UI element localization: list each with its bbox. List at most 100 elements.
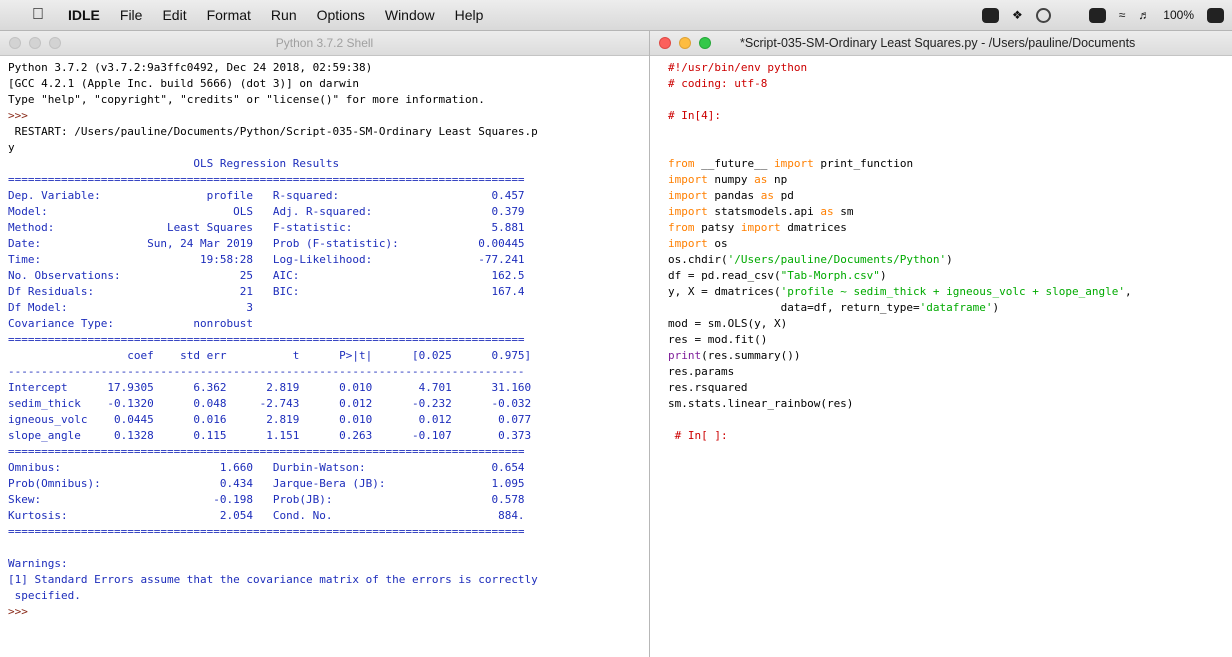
editor-titlebar[interactable]: *Script-035-SM-Ordinary Least Squares.py… [650, 31, 1232, 56]
summary-line: specified. [8, 589, 81, 602]
code-token: mod = sm.OLS(y, X) [668, 317, 788, 330]
code-token: import [668, 205, 708, 218]
code-line: print(res.summary()) [668, 348, 1232, 364]
summary-line: ----------------------------------------… [8, 365, 525, 378]
code-token: sm.stats.linear_rainbow(res) [668, 397, 854, 410]
code-token: import [740, 221, 781, 234]
code-token: numpy [707, 173, 755, 186]
code-line: import numpy as np [668, 172, 1232, 188]
summary-line: Kurtosis: 2.054 Cond. No. 884. [8, 509, 525, 522]
shell-line: Type "help", "copyright", "credits" or "… [8, 93, 485, 106]
shell-line: [GCC 4.2.1 (Apple Inc. build 5666) (dot … [8, 77, 359, 90]
code-token: as [754, 173, 768, 186]
ols-summary: OLS Regression Results =================… [8, 156, 649, 604]
summary-line: OLS Regression Results [8, 157, 525, 170]
app-status-icon[interactable] [981, 7, 999, 23]
code-token: os.chdir( [668, 253, 728, 266]
summary-line: Df Model: 3 [8, 301, 525, 314]
code-token: "Tab-Morph.csv" [780, 269, 880, 282]
code-token: __future__ [694, 157, 774, 170]
summary-line: Prob(Omnibus): 0.434 Jarque-Bera (JB): 1… [8, 477, 525, 490]
code-line: import pandas as pd [668, 188, 1232, 204]
display-icon[interactable] [1088, 7, 1106, 23]
summary-line: Warnings: [8, 557, 68, 570]
restart-line: RESTART: /Users/pauline/Documents/Python… [8, 125, 538, 138]
code-token: ) [992, 301, 1000, 314]
code-token: print_function [813, 157, 914, 170]
code-token: 'dataframe' [919, 301, 993, 314]
summary-line: ========================================… [8, 525, 525, 538]
bird-status-icon[interactable]: ❖ [1012, 8, 1023, 22]
battery-icon[interactable] [1207, 7, 1224, 23]
code-line: import statsmodels.api as sm [668, 204, 1232, 220]
summary-line: Intercept 17.9305 6.362 2.819 0.010 4.70… [8, 381, 532, 394]
code-token: as [820, 205, 834, 218]
code-line: #!/usr/bin/env python [668, 60, 1232, 76]
code-token: import [668, 173, 708, 186]
code-line: os.chdir('/Users/pauline/Documents/Pytho… [668, 252, 1232, 268]
code-token: import [668, 237, 708, 250]
menu-options[interactable]: Options [307, 7, 375, 23]
code-token: from [668, 157, 695, 170]
summary-line: Time: 19:58:28 Log-Likelihood: -77.241 [8, 253, 525, 266]
close-button[interactable] [659, 37, 671, 49]
volume-icon[interactable]: ♬ [1138, 8, 1150, 22]
code-token: # coding: utf-8 [668, 77, 768, 90]
code-token: '/Users/pauline/Documents/Python' [727, 253, 947, 266]
editor-title: *Script-035-SM-Ordinary Least Squares.py… [740, 36, 1136, 50]
editor-code-area[interactable]: #!/usr/bin/env python # coding: utf-8 # I… [650, 56, 1232, 444]
summary-line [8, 540, 649, 556]
code-line: y, X = dmatrices('profile ~ sedim_thick … [668, 284, 1232, 300]
shell-output[interactable]: Python 3.7.2 (v3.7.2:9a3ffc0492, Dec 24 … [0, 56, 649, 620]
menu-run[interactable]: Run [261, 7, 307, 23]
code-token: y, X = dmatrices( [668, 285, 781, 298]
code-token: ) [879, 269, 887, 282]
code-token: import [668, 189, 708, 202]
code-token: res = mod.fit() [668, 333, 768, 346]
code-line: res.params [668, 364, 1232, 380]
menu-format[interactable]: Format [197, 7, 261, 23]
summary-line: coef std err t P>|t| [0.025 0.975] [8, 349, 532, 362]
code-token: import [773, 157, 814, 170]
summary-line: Omnibus: 1.660 Durbin-Watson: 0.654 [8, 461, 525, 474]
code-token: # In[4]: [668, 109, 721, 122]
menu-file[interactable]: File [110, 7, 153, 23]
code-token: pd [773, 189, 794, 202]
restart-line: y [8, 141, 15, 154]
menu-edit[interactable]: Edit [152, 7, 196, 23]
shell-title: Python 3.7.2 Shell [275, 36, 374, 50]
code-line: from __future__ import print_function [668, 156, 1232, 172]
code-token: dmatrices [780, 221, 847, 234]
menu-window[interactable]: Window [375, 7, 445, 23]
code-line: data=df, return_type='dataframe') [668, 300, 1232, 316]
code-token: df = pd.read_csv( [668, 269, 781, 282]
menu-help[interactable]: Help [445, 7, 494, 23]
battery-percent[interactable]: 100% [1163, 8, 1194, 22]
shell-prompt[interactable]: >>> [8, 604, 649, 620]
shell-prompt: >>> [8, 109, 28, 122]
minimize-button[interactable] [679, 37, 691, 49]
summary-line: Dep. Variable: profile R-squared: 0.457 [8, 189, 525, 202]
status-area: ❖ ≈ ♬ 100% [981, 0, 1224, 30]
summary-line: [1] Standard Errors assume that the cova… [8, 573, 538, 586]
apple-menu-icon[interactable]:  [0, 6, 58, 24]
summary-line: Date: Sun, 24 Mar 2019 Prob (F-statistic… [8, 237, 525, 250]
code-token: sm [833, 205, 854, 218]
menu-app-name[interactable]: IDLE [58, 7, 110, 23]
summary-line: ========================================… [8, 333, 525, 346]
shell-titlebar[interactable]: Python 3.7.2 Shell [0, 31, 649, 56]
summary-line: Skew: -0.198 Prob(JB): 0.578 [8, 493, 525, 506]
editor-window: *Script-035-SM-Ordinary Least Squares.py… [650, 31, 1232, 657]
wifi-icon[interactable]: ≈ [1119, 8, 1126, 22]
code-token: os [707, 237, 728, 250]
code-line: df = pd.read_csv("Tab-Morph.csv") [668, 268, 1232, 284]
code-token: patsy [694, 221, 741, 234]
code-token: (res.summary()) [701, 349, 801, 362]
summary-line: No. Observations: 25 AIC: 162.5 [8, 269, 525, 282]
menu-bar:  IDLE File Edit Format Run Options Wind… [0, 0, 1232, 31]
time-machine-icon[interactable] [1035, 7, 1051, 23]
code-token: , [1124, 285, 1132, 298]
zoom-button[interactable] [699, 37, 711, 49]
code-line: mod = sm.OLS(y, X) [668, 316, 1232, 332]
